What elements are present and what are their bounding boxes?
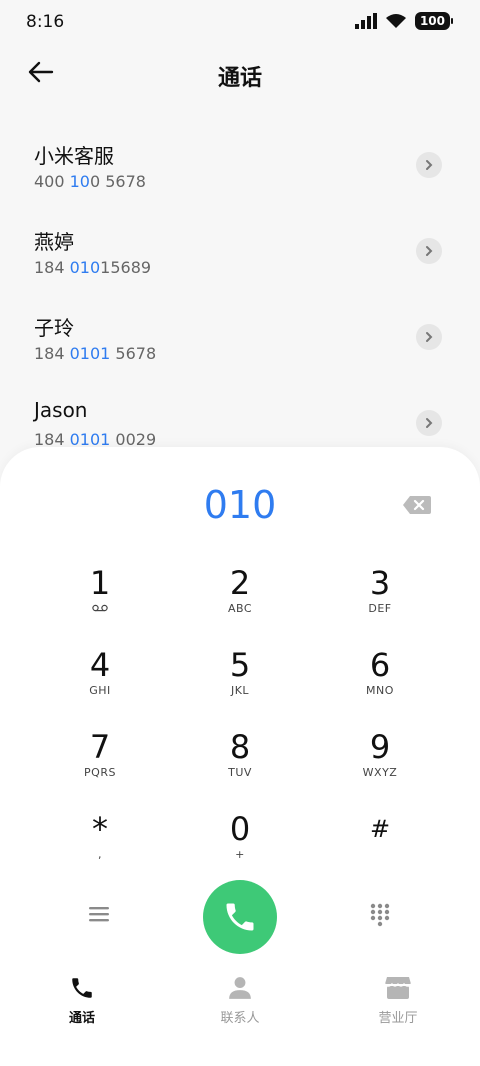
key-digit: 6 <box>369 646 391 684</box>
key-letters: MNO <box>366 684 394 697</box>
backspace-button[interactable] <box>402 495 432 515</box>
key-1[interactable]: 1 <box>30 562 170 644</box>
key-3[interactable]: 3 DEF <box>310 562 450 644</box>
key-digit: 0 <box>229 810 251 848</box>
keypad: 1 2 ABC 3 DEF 4 GHI 5 JKL 6 MNO 7 PQRS 8… <box>30 562 450 890</box>
backspace-icon <box>403 496 431 514</box>
status-time: 8:16 <box>26 12 65 32</box>
chevron-right-icon <box>426 418 433 428</box>
key-digit: 2 <box>229 564 251 602</box>
page-title: 通话 <box>217 66 262 91</box>
key-digit: 1 <box>89 564 111 602</box>
person-icon <box>229 977 251 999</box>
tab-label: 营业厅 <box>378 1011 418 1026</box>
phone-icon <box>226 903 254 931</box>
key-hash[interactable]: # <box>310 808 450 890</box>
wifi-icon <box>385 14 406 28</box>
key-0[interactable]: 0 + <box>170 808 310 890</box>
dialpad-icon <box>370 903 390 927</box>
key-letters: JKL <box>230 684 250 697</box>
contact-name: Jason <box>34 398 88 422</box>
key-9[interactable]: 9 WXYZ <box>310 726 450 808</box>
key-6[interactable]: 6 MNO <box>310 644 450 726</box>
number-part: 15689 <box>100 258 152 277</box>
number-part: 184 <box>34 344 70 363</box>
key-digit: 9 <box>369 728 391 766</box>
signal-icon <box>354 13 377 29</box>
detail-button[interactable] <box>416 324 442 350</box>
store-icon <box>384 977 412 999</box>
key-star[interactable]: * , <box>30 808 170 890</box>
contact-name: 小米客服 <box>34 144 114 168</box>
contact-name: 子玲 <box>34 316 74 340</box>
battery-icon: 100 <box>414 12 454 30</box>
keypad-toggle-button[interactable] <box>370 903 390 927</box>
key-digit: * <box>92 810 108 848</box>
chevron-right-icon <box>426 246 433 256</box>
key-digit: 8 <box>229 728 251 766</box>
bottom-tab-bar: 通话 联系人 营业厅 <box>0 975 480 1035</box>
key-7[interactable]: 7 PQRS <box>30 726 170 808</box>
key-digit: 4 <box>89 646 111 684</box>
detail-button[interactable] <box>416 410 442 436</box>
key-letters: ABC <box>227 602 253 615</box>
key-digit: # <box>369 815 391 843</box>
number-part: 400 <box>34 172 70 191</box>
key-letters: PQRS <box>84 766 116 779</box>
number-match: 010 <box>69 258 101 277</box>
key-digit: 7 <box>89 728 111 766</box>
tab-label: 联系人 <box>220 1011 260 1026</box>
call-button[interactable] <box>203 880 277 954</box>
list-item[interactable]: 小米客服 400 100 5678 <box>0 126 480 212</box>
dialer-actions <box>0 879 480 955</box>
key-letters: , <box>98 848 102 861</box>
chevron-right-icon <box>426 332 433 342</box>
voicemail-icon <box>30 602 170 616</box>
chevron-right-icon <box>426 160 433 170</box>
number-match: 10 <box>69 172 90 191</box>
menu-button[interactable] <box>88 904 110 924</box>
key-letters: GHI <box>89 684 111 697</box>
key-letters: WXYZ <box>362 766 398 779</box>
key-2[interactable]: 2 ABC <box>170 562 310 644</box>
key-4[interactable]: 4 GHI <box>30 644 170 726</box>
number-part: 0 5678 <box>89 172 146 191</box>
list-item[interactable]: 子玲 184 0101 5678 <box>0 298 480 384</box>
key-letters: TUV <box>228 766 252 779</box>
key-letters: + <box>235 848 245 861</box>
key-5[interactable]: 5 JKL <box>170 644 310 726</box>
key-8[interactable]: 8 TUV <box>170 726 310 808</box>
detail-button[interactable] <box>416 152 442 178</box>
list-item[interactable]: 燕婷 184 01015689 <box>0 212 480 298</box>
number-part: 5678 <box>110 344 157 363</box>
key-letters: DEF <box>368 602 392 615</box>
contact-name: 燕婷 <box>34 230 74 254</box>
status-icons: 100 <box>354 12 454 30</box>
menu-icon <box>89 907 109 922</box>
tab-calls[interactable]: 通话 <box>22 975 142 1026</box>
tab-contacts[interactable]: 联系人 <box>180 975 300 1026</box>
header: 通话 <box>0 46 480 102</box>
tab-store[interactable]: 营业厅 <box>338 975 458 1026</box>
status-bar: 8:16 100 <box>0 0 480 46</box>
contact-number: 184 01015689 <box>34 258 151 277</box>
key-digit: 5 <box>229 646 251 684</box>
contact-number: 400 100 5678 <box>34 172 146 191</box>
phone-icon <box>72 978 92 998</box>
detail-button[interactable] <box>416 238 442 264</box>
contact-list: 小米客服 400 100 5678 燕婷 184 01015689 子玲 184… <box>0 126 480 470</box>
tab-label: 通话 <box>68 1011 95 1026</box>
number-part: 184 <box>34 258 70 277</box>
number-match: 0101 <box>69 344 111 363</box>
contact-number: 184 0101 5678 <box>34 344 156 363</box>
dialer-panel: 010 1 2 ABC 3 DEF 4 GHI 5 JKL 6 MNO 7 PQ… <box>0 447 480 1066</box>
key-digit: 3 <box>369 564 391 602</box>
